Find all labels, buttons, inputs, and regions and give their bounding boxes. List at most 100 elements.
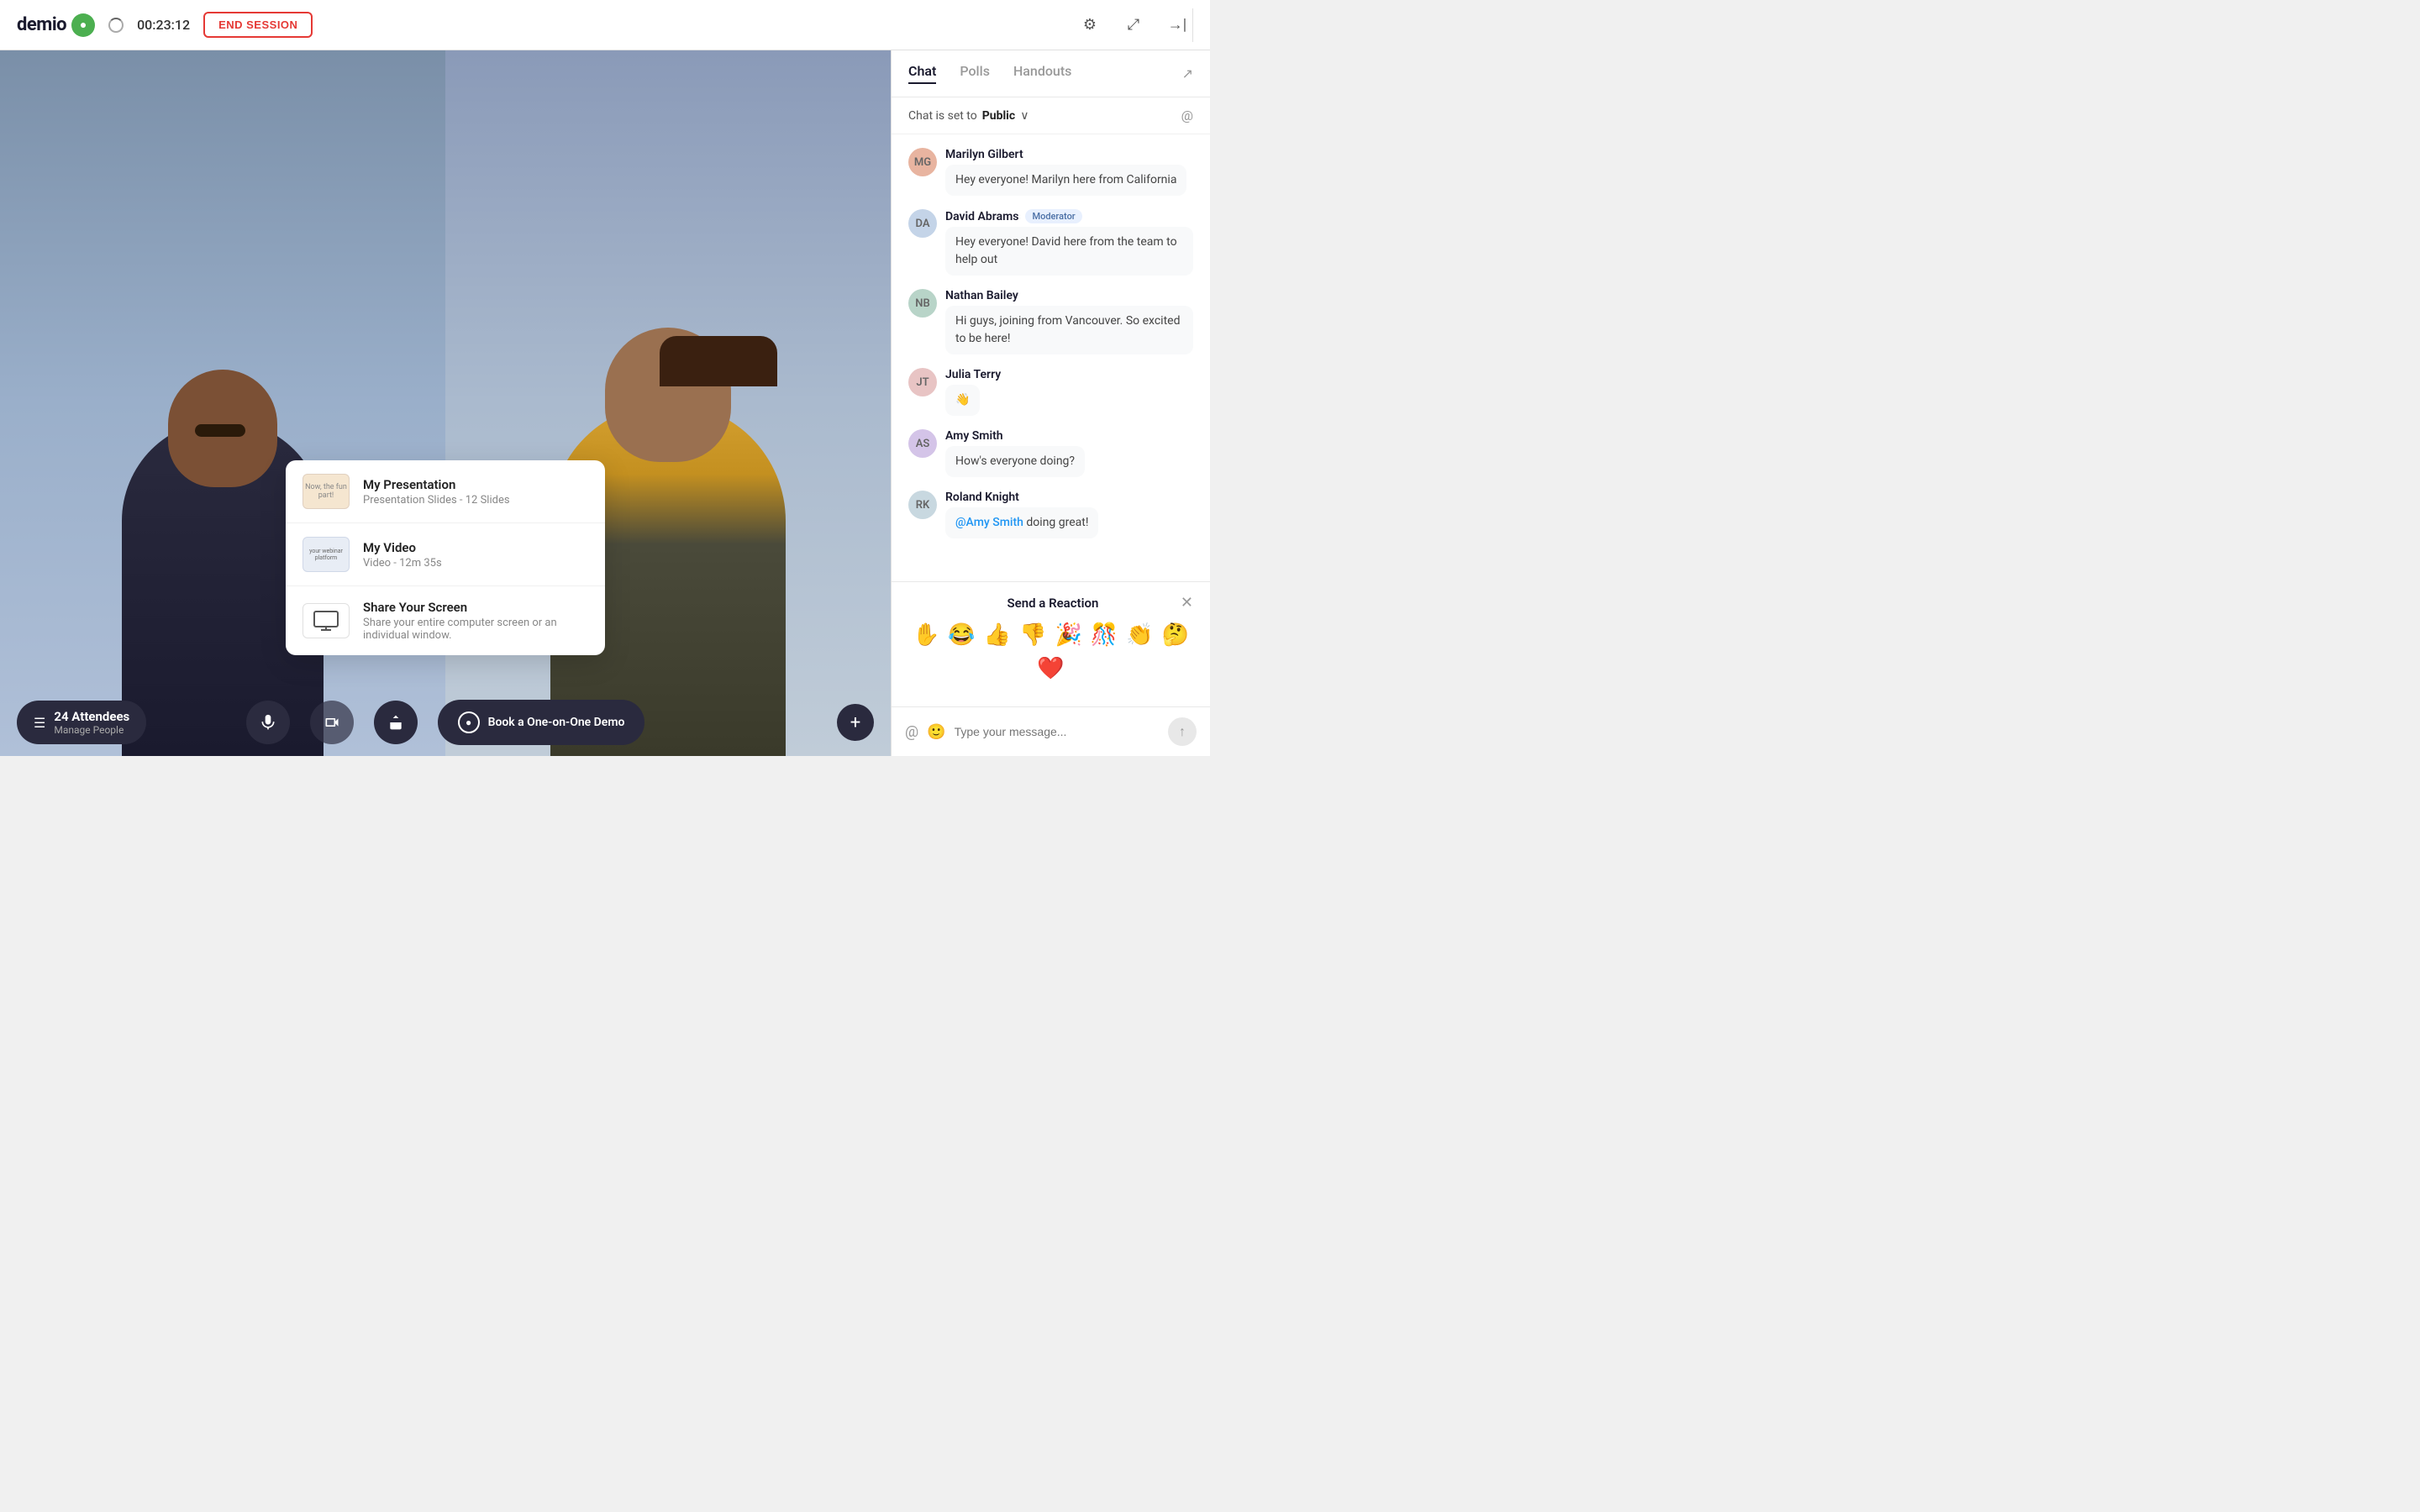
chat-public-value: Public (982, 109, 1015, 123)
reaction-thumbsup[interactable]: 👍 (984, 622, 1011, 648)
tab-chat[interactable]: Chat (908, 63, 936, 84)
video-info: My Video Video - 12m 35s (363, 540, 588, 570)
attendees-count: 24 Attendees (54, 709, 129, 724)
avatar: AS (908, 429, 937, 458)
reaction-confetti[interactable]: 🎊 (1091, 622, 1118, 648)
screen-info: Share Your Screen Share your entire comp… (363, 600, 588, 642)
plus-button[interactable]: + (837, 704, 874, 741)
message-text: @Amy Smith doing great! (945, 507, 1098, 538)
microphone-button[interactable] (246, 701, 290, 744)
presentation-thumb: Now, the fun part! (302, 474, 350, 509)
sender-name: Amy Smith (945, 429, 1003, 443)
picker-item-screen[interactable]: Share Your Screen Share your entire comp… (286, 586, 605, 655)
reaction-emojis: ✋ 😂 👍 👎 🎉 🎊 👏 🤔 ❤️ (908, 622, 1193, 681)
reaction-clap[interactable]: 👏 (1126, 622, 1153, 648)
enter-icon[interactable]: →| (1162, 10, 1192, 40)
at-mention-icon[interactable]: @ (1181, 108, 1193, 123)
presentation-title: My Presentation (363, 477, 588, 492)
video-subtitle: Video - 12m 35s (363, 557, 588, 570)
reaction-thumbsdown[interactable]: 👎 (1019, 622, 1046, 648)
send-button[interactable]: ↑ (1168, 717, 1197, 746)
attendees-info: 24 Attendees Manage People (54, 709, 129, 736)
message-sender: Nathan Bailey (945, 289, 1193, 302)
recording-dot-icon (108, 18, 124, 33)
sender-name: David Abrams (945, 210, 1018, 223)
book-demo-label: Book a One-on-One Demo (488, 716, 625, 729)
screen-subtitle: Share your entire computer screen or an … (363, 617, 588, 642)
message-text: 👋 (945, 385, 980, 416)
emoji-icon[interactable]: 🙂 (927, 723, 945, 741)
chat-messages: MG Marilyn Gilbert Hey everyone! Marilyn… (892, 134, 1210, 581)
camera-button[interactable] (310, 701, 354, 744)
avatar: RK (908, 491, 937, 519)
message-sender: David Abrams Moderator (945, 209, 1193, 223)
message-input[interactable] (955, 725, 1160, 738)
book-demo-button[interactable]: ● Book a One-on-One Demo (438, 700, 645, 745)
avatar: JT (908, 368, 937, 396)
camera-icon (324, 714, 340, 731)
reaction-laugh[interactable]: 😂 (948, 622, 975, 648)
avatar: MG (908, 148, 937, 176)
sender-name: Roland Knight (945, 491, 1019, 504)
at-icon[interactable]: @ (905, 723, 918, 741)
reaction-close-button[interactable]: ✕ (1181, 596, 1193, 611)
message-text: Hey everyone! David here from the team t… (945, 227, 1193, 276)
mention-amy: @Amy Smith (955, 516, 1023, 529)
list-item: RK Roland Knight @Amy Smith doing great! (908, 491, 1193, 538)
settings-icon[interactable]: ⚙ (1075, 10, 1105, 40)
message-body: Nathan Bailey Hi guys, joining from Vanc… (945, 289, 1193, 354)
reaction-title: Send a Reaction (925, 596, 1181, 611)
header-divider (1192, 8, 1193, 42)
reaction-hand[interactable]: ✋ (913, 622, 939, 648)
list-item: JT Julia Terry 👋 (908, 368, 1193, 416)
message-sender: Amy Smith (945, 429, 1193, 443)
expand-icon[interactable]: ⤢ (1118, 10, 1149, 40)
reaction-header: Send a Reaction ✕ (908, 596, 1193, 611)
logo: demio ● (17, 13, 95, 37)
reaction-heart[interactable]: ❤️ (1037, 656, 1064, 681)
manage-people-label: Manage People (54, 724, 129, 736)
presentation-picker: Now, the fun part! My Presentation Prese… (286, 460, 605, 655)
reaction-party[interactable]: 🎉 (1055, 622, 1082, 648)
microphone-icon (260, 714, 276, 731)
attendees-button[interactable]: ☰ 24 Attendees Manage People (17, 701, 146, 744)
tab-handouts[interactable]: Handouts (1013, 63, 1071, 84)
picker-item-video[interactable]: your webinar platform My Video Video - 1… (286, 523, 605, 586)
bottom-toolbar: ☰ 24 Attendees Manage People (0, 689, 891, 756)
monitor-icon (313, 611, 339, 631)
message-body: David Abrams Moderator Hey everyone! Dav… (945, 209, 1193, 276)
avatar: NB (908, 289, 937, 318)
screen-thumb (302, 603, 350, 638)
logo-text: demio (17, 14, 66, 35)
screen-title: Share Your Screen (363, 600, 588, 615)
thumb-text-1: Now, the fun part! (303, 483, 349, 500)
chat-public-toggle[interactable]: Chat is set to Public ∨ (908, 109, 1028, 123)
logo-icon: ● (71, 13, 95, 37)
chat-public-text: Chat is set to (908, 109, 977, 123)
presentation-subtitle: Presentation Slides - 12 Slides (363, 494, 588, 507)
chat-input-area: @ 🙂 ↑ (892, 706, 1210, 756)
video-area: Now, the fun part! My Presentation Prese… (0, 50, 891, 756)
message-body: Julia Terry 👋 (945, 368, 1193, 416)
external-link-icon[interactable]: ↗ (1182, 66, 1193, 81)
reaction-thinking[interactable]: 🤔 (1162, 622, 1189, 648)
chat-tabs: Chat Polls Handouts ↗ (892, 50, 1210, 97)
video-thumb: your webinar platform (302, 537, 350, 572)
message-body: Amy Smith How's everyone doing? (945, 429, 1193, 477)
reaction-panel: Send a Reaction ✕ ✋ 😂 👍 👎 🎉 🎊 👏 🤔 ❤️ (892, 581, 1210, 706)
share-button[interactable] (374, 701, 418, 744)
header-right: ⚙ ⤢ →| (1075, 10, 1192, 40)
recording-indicator (108, 18, 124, 33)
end-session-button[interactable]: END SESSION (203, 12, 313, 38)
picker-item-presentation[interactable]: Now, the fun part! My Presentation Prese… (286, 460, 605, 523)
share-icon (387, 714, 404, 731)
message-body: Roland Knight @Amy Smith doing great! (945, 491, 1193, 538)
list-item: MG Marilyn Gilbert Hey everyone! Marilyn… (908, 148, 1193, 196)
chat-panel: Chat Polls Handouts ↗ Chat is set to Pub… (891, 50, 1210, 756)
tab-polls[interactable]: Polls (960, 63, 990, 84)
menu-icon: ☰ (34, 715, 45, 731)
presentation-info: My Presentation Presentation Slides - 12… (363, 477, 588, 507)
header: demio ● 00:23:12 END SESSION ⚙ ⤢ →| (0, 0, 1210, 50)
avatar: DA (908, 209, 937, 238)
chevron-down-icon: ∨ (1020, 109, 1028, 123)
